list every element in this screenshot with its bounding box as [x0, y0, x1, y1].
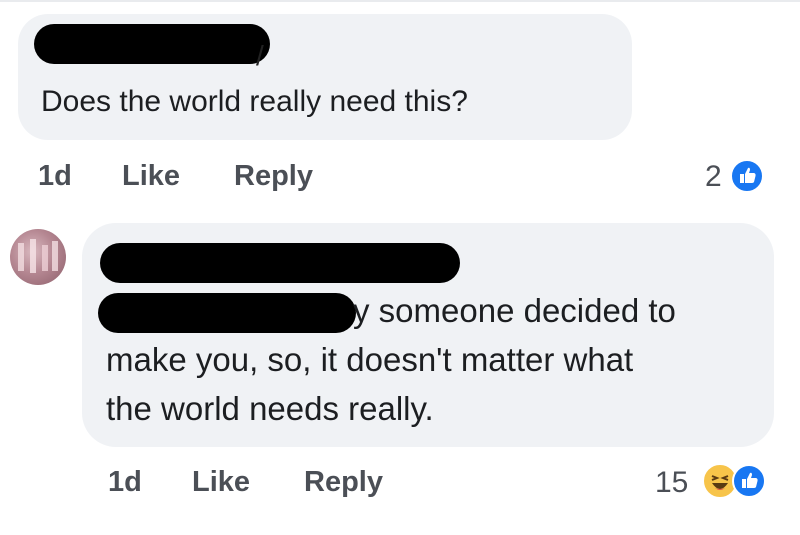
comment-text-line: make you, so, it doesn't matter what: [106, 341, 634, 378]
like-icon: [730, 159, 764, 193]
comment-text: Does the world really need this?: [41, 85, 468, 118]
comment-timestamp[interactable]: 1d: [38, 160, 72, 193]
like-icon: [732, 464, 766, 498]
reaction-count[interactable]: 2: [705, 160, 722, 194]
reply-button[interactable]: Reply: [304, 466, 383, 499]
comment-thread: / Does the world really need this? 1d Li…: [0, 0, 800, 535]
comment-timestamp[interactable]: 1d: [108, 466, 142, 499]
reply-button[interactable]: Reply: [234, 160, 313, 193]
comment-text-line: the world needs really.: [106, 390, 434, 427]
redacted-name-fragment: /: [256, 40, 264, 71]
redacted-text: [98, 293, 356, 333]
like-button[interactable]: Like: [192, 466, 250, 499]
reaction-count[interactable]: 15: [655, 466, 688, 500]
redacted-author-name: [34, 24, 270, 64]
avatar[interactable]: [10, 229, 66, 285]
divider: [0, 0, 800, 2]
comment-text-line: y someone decided to: [353, 292, 676, 329]
like-button[interactable]: Like: [122, 160, 180, 193]
redacted-author-name: [100, 243, 460, 283]
